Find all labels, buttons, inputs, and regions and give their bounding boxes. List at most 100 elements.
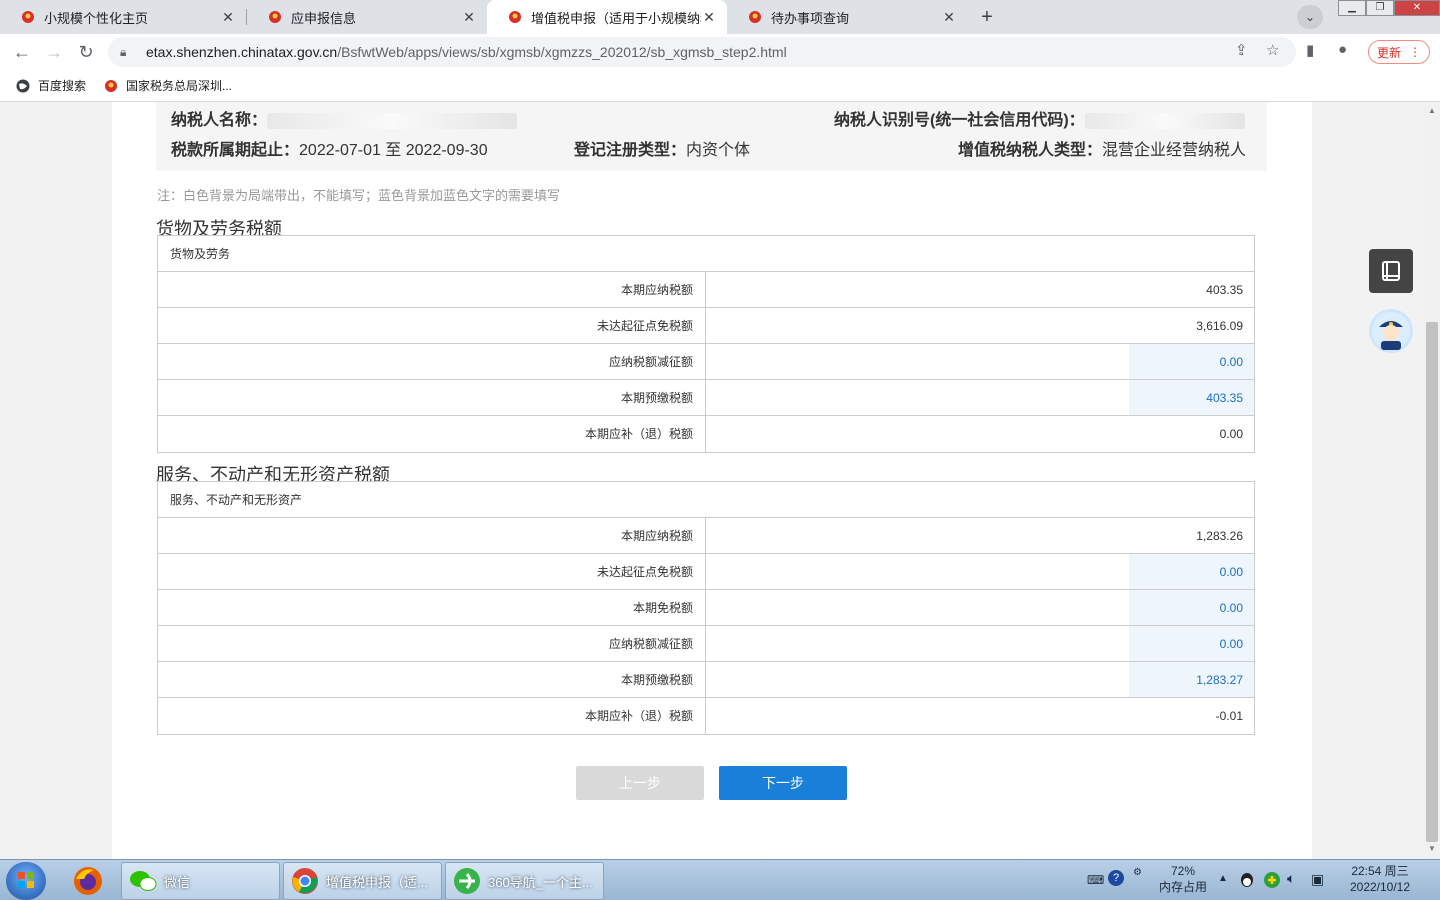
table-row: 未达起征点免税额 3,616.09	[158, 308, 1254, 344]
arrow-right-icon: →	[45, 42, 63, 62]
taxpayer-name-label: 纳税人名称：	[171, 112, 268, 129]
row-label: 未达起征点免税额	[158, 554, 706, 589]
tab-todo-query[interactable]: 待办事项查询 ✕	[727, 0, 967, 34]
row-label: 本期预缴税额	[158, 662, 706, 697]
restore-button[interactable]: ❐	[1366, 0, 1394, 16]
volume-icon[interactable]: 🔈︎	[1287, 870, 1295, 887]
keyboard-icon[interactable]: ⌨	[1087, 873, 1104, 887]
tab-title: 增值税申报（适用于小规模纳税人	[531, 10, 701, 26]
row-input[interactable]: 1,283.27	[706, 662, 1254, 697]
vat-type-value: 混营企业经营纳税人	[1102, 142, 1247, 159]
row-label: 应纳税额减征额	[158, 344, 706, 379]
minimize-button[interactable]: ▁	[1338, 0, 1366, 16]
new-tab-button[interactable]: +	[973, 5, 1001, 29]
row-input[interactable]: 0.00	[706, 590, 1254, 625]
close-icon: ✕	[1412, 2, 1422, 13]
forward-button[interactable]: →	[42, 40, 66, 64]
side-panel-icon[interactable]: ▮	[1306, 41, 1314, 59]
bookmark-label: 国家税务总局深圳...	[126, 79, 233, 93]
tab-declaration-info[interactable]: 应申报信息 ✕	[247, 0, 487, 34]
restore-icon: ❐	[1375, 2, 1385, 13]
ime-icon[interactable]: ⚙	[1133, 867, 1142, 878]
help-icon[interactable]: ?	[1108, 870, 1124, 886]
clock[interactable]: 22:54 周三 2022/10/12	[1340, 863, 1420, 895]
show-hidden-icons[interactable]: ▲	[1218, 873, 1228, 884]
taskbar-app-label: 微信	[164, 874, 191, 890]
close-icon[interactable]: ✕	[461, 9, 477, 26]
row-label: 应纳税额减征额	[158, 626, 706, 661]
redacted-value	[1084, 112, 1245, 129]
row-label: 本期应纳税额	[158, 518, 706, 553]
scrollbar-thumb[interactable]	[1426, 322, 1438, 842]
row-input[interactable]: 403.35	[706, 380, 1254, 415]
qq-icon[interactable]	[1238, 871, 1256, 892]
row-value: 1,283.26	[1196, 529, 1243, 543]
next-step-button[interactable]: 下一步	[719, 766, 847, 800]
profile-icon[interactable]: ●	[1338, 41, 1347, 58]
arrow-left-icon: ←	[13, 42, 31, 62]
window-close-button[interactable]: ✕	[1394, 0, 1440, 16]
reload-button[interactable]: ↻	[74, 40, 98, 64]
update-button[interactable]: 更新 ⋮	[1368, 40, 1430, 64]
url-path: /BsfwtWeb/apps/views/sb/xgmsb/xgmzzs_202…	[337, 44, 787, 60]
tax-emblem-icon	[20, 9, 36, 25]
scroll-up-icon[interactable]: ▲	[1424, 106, 1440, 118]
taskbar-app-chrome[interactable]: 增值税申报（适...	[283, 862, 442, 900]
address-bar[interactable]: 🔒︎ etax.shenzhen.chinatax.gov.cn/BsfwtWe…	[108, 37, 1296, 67]
start-button[interactable]	[6, 862, 46, 900]
table-row: 应纳税额减征额 0.00	[158, 626, 1254, 662]
taskbar: 微信 增值税申报（适... 360导航_一个主... ⌨ ? ⚙ 72% 内存占…	[0, 859, 1440, 900]
security-360-icon[interactable]	[1263, 871, 1281, 892]
tab-title: 小规模个性化主页	[44, 10, 149, 26]
tab-vat-declaration[interactable]: 增值税申报（适用于小规模纳税人 ✕	[487, 0, 727, 34]
assistant-button[interactable]	[1369, 309, 1413, 353]
services-tax-table: 服务、不动产和无形资产 本期应纳税额 1,283.26 未达起征点免税额 0.00 …	[157, 481, 1255, 735]
reload-icon: ↻	[78, 42, 94, 62]
manual-button[interactable]	[1369, 249, 1413, 293]
tab-search-button[interactable]: ⌄	[1297, 5, 1323, 29]
firefox-launcher[interactable]	[70, 863, 106, 899]
row-value: 403.35	[1206, 283, 1243, 297]
taskbar-app-wechat[interactable]: 微信	[121, 862, 280, 900]
back-button[interactable]: ←	[10, 40, 34, 64]
row-input[interactable]: 0.00	[706, 554, 1254, 589]
close-icon[interactable]: ✕	[220, 9, 236, 26]
row-label: 本期应补（退）税额	[158, 698, 706, 734]
network-icon[interactable]: ▣	[1311, 871, 1324, 888]
table-row: 本期预缴税额 1,283.27	[158, 662, 1254, 698]
row-input[interactable]: 0.00	[706, 626, 1254, 661]
row-value: -0.01	[1215, 709, 1243, 723]
wechat-icon	[128, 866, 158, 896]
redacted-value	[267, 112, 518, 129]
tab-strip: 小规模个性化主页 ✕ 应申报信息 ✕ 增值税申报（适用于小规模纳税人 ✕ 待办事…	[0, 0, 1440, 34]
memory-usage[interactable]: 72% 内存占用	[1158, 863, 1208, 895]
taskbar-app-360[interactable]: 360导航_一个主...	[445, 862, 604, 900]
taxpayer-id-label: 纳税人识别号(统一社会信用代码)：	[834, 112, 1085, 129]
table-row: 未达起征点免税额 0.00	[158, 554, 1254, 590]
row-value: 3,616.09	[1196, 319, 1243, 333]
prev-step-button[interactable]: 上一步	[576, 766, 704, 800]
close-icon[interactable]: ✕	[941, 9, 957, 26]
row-input[interactable]: 0.00	[706, 344, 1254, 379]
table-row: 本期预缴税额 403.35	[158, 380, 1254, 416]
tab-personal-home[interactable]: 小规模个性化主页 ✕	[0, 0, 246, 34]
bookmark-shenzhen-tax[interactable]: 国家税务总局深圳...	[104, 77, 232, 94]
goods-tax-table: 货物及劳务 本期应纳税额 403.35 未达起征点免税额 3,616.09 应纳税额…	[157, 235, 1255, 453]
tax-emblem-icon	[267, 9, 283, 25]
memory-label: 内存占用	[1158, 880, 1207, 894]
tab-title: 待办事项查询	[771, 10, 850, 26]
row-value: 0.00	[1219, 427, 1243, 441]
bookmark-baidu[interactable]: 百度搜索	[16, 77, 86, 94]
share-icon[interactable]: ⇪	[1235, 41, 1248, 59]
scroll-down-icon[interactable]: ▼	[1424, 844, 1440, 856]
lock-icon: 🔒︎	[120, 44, 127, 59]
close-icon[interactable]: ✕	[701, 9, 717, 26]
row-label: 本期免税额	[158, 590, 706, 625]
star-icon[interactable]: ☆	[1266, 41, 1279, 59]
table-row: 本期免税额 0.00	[158, 590, 1254, 626]
chevron-down-icon: ⌄	[1304, 10, 1316, 24]
taxpayer-name: 纳税人名称：	[171, 106, 518, 130]
reg-type-label: 登记注册类型：	[574, 142, 687, 159]
tax-officer-avatar-icon	[1372, 312, 1410, 350]
chrome-icon	[290, 866, 320, 896]
